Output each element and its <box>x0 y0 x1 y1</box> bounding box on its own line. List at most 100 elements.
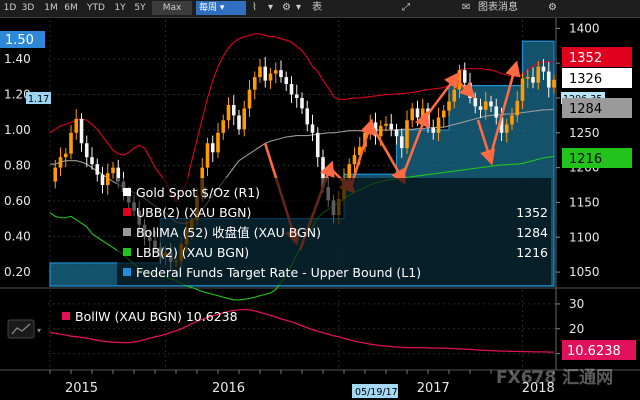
candle-body <box>258 66 262 78</box>
candle-body <box>541 66 546 72</box>
legend-swatch-bollma <box>123 228 131 236</box>
right-tick-label: 1400 <box>569 21 600 35</box>
candle-body <box>483 101 488 110</box>
left-tick-label: 0.80 <box>4 158 31 172</box>
candle-body <box>247 89 252 109</box>
candle-body <box>284 77 289 85</box>
candle-body <box>58 157 63 168</box>
legend-label-lbb: LBB(2) (XAU BGN) <box>136 245 249 260</box>
date-badge-text: 05/19/17 <box>355 387 398 398</box>
candle-body <box>74 118 79 133</box>
settings-icon[interactable]: ⚙ <box>548 1 557 15</box>
candle-body <box>389 123 394 130</box>
chevron-down-icon[interactable]: ▾ <box>268 1 273 15</box>
rate-badge-text: 1.50 <box>5 33 34 48</box>
candle-body <box>546 71 551 88</box>
candle-body <box>242 108 247 130</box>
candle-body <box>510 115 514 125</box>
candle-body <box>420 108 425 118</box>
candle-body <box>216 132 220 153</box>
candle-body <box>441 110 446 118</box>
frequency-label: 毎周 <box>199 3 218 13</box>
candle-body <box>84 143 89 158</box>
candle-body <box>263 66 268 81</box>
candle-body <box>63 153 68 158</box>
candle-body <box>53 167 58 182</box>
candle-body <box>525 77 530 79</box>
line-chart-icon[interactable]: ⌇ <box>252 1 257 15</box>
frequency-dropdown[interactable]: 毎周 ▾ <box>196 1 246 15</box>
candle-body <box>536 66 541 83</box>
x-tick-label: 2015 <box>65 381 98 396</box>
candle-body <box>489 101 493 107</box>
legend-label-gold: Gold Spot $/Oz (R1) <box>136 185 260 200</box>
candle-body <box>405 120 409 149</box>
candle-body <box>300 97 304 109</box>
candle-body <box>90 157 94 165</box>
chevron-down-icon[interactable]: ▾ <box>37 326 41 335</box>
chevron-down-icon[interactable]: ▾ <box>296 1 301 15</box>
right-tick-label: 1250 <box>569 126 600 140</box>
candle-body <box>100 174 105 186</box>
x-tick-label: 2017 <box>417 381 450 396</box>
range-button-3d[interactable]: 3D <box>20 1 36 15</box>
indicator-selector[interactable]: ▾ <box>7 319 41 339</box>
candle-body <box>436 117 441 133</box>
left-tick-label: 0.20 <box>4 265 31 279</box>
candle-body <box>111 167 115 174</box>
candle-body <box>315 132 320 158</box>
legend-label-bollma: BollMA (52) 收盘值 (XAU BGN) <box>136 225 321 240</box>
candle-body <box>294 94 299 98</box>
candle-body <box>399 136 404 149</box>
range-button-5y[interactable]: 5Y <box>132 1 148 15</box>
candle-body <box>347 164 352 179</box>
candle-body <box>226 104 231 121</box>
candle-body <box>289 84 294 95</box>
legend-label-ubb: UBB(2) (XAU BGN) <box>136 205 251 220</box>
right-tick-label: 1150 <box>569 195 600 209</box>
message-icon[interactable]: ✉ <box>462 1 470 15</box>
candle-body <box>210 143 215 153</box>
candle-body <box>352 155 357 165</box>
left-tick-label: 1.00 <box>4 123 31 137</box>
legend-swatch-lbb <box>123 248 131 256</box>
range-button-ytd[interactable]: YTD <box>84 1 108 15</box>
bollw-badge-text: 10.6238 <box>567 344 621 359</box>
candle-body <box>221 120 226 133</box>
toolbar: 1D 3D 1M 6M YTD 1Y 5Y Max 毎周 ▾ ⌇ ▾ ⚙ ▾ 表… <box>0 0 640 18</box>
legend-swatch-ubb <box>123 208 131 216</box>
legend-label-fed: Federal Funds Target Rate - Upper Bound … <box>136 265 421 280</box>
indicator-button[interactable] <box>7 319 35 339</box>
legend: Gold Spot $/Oz (R1) UBB(2) (XAU BGN) 135… <box>117 178 551 285</box>
range-button-1d[interactable]: 1D <box>2 1 18 15</box>
candle-body <box>237 115 241 130</box>
candle-body <box>378 125 383 137</box>
range-button-6m[interactable]: 6M <box>62 1 80 15</box>
candle-body <box>310 124 315 133</box>
right-tick-label: 1050 <box>569 265 600 279</box>
right-tick-label: 1100 <box>569 230 600 244</box>
candle-body <box>273 70 278 74</box>
news-label[interactable]: 图表消息 <box>478 1 518 15</box>
range-button-max[interactable]: Max <box>152 1 192 15</box>
candle-body <box>504 124 509 133</box>
candle-body <box>520 78 525 101</box>
expand-icon[interactable]: ⤢ <box>402 1 410 15</box>
legend-value-ubb: 1352 <box>516 205 548 220</box>
candle-body <box>384 123 388 126</box>
menu-label[interactable]: 表 <box>312 1 322 15</box>
candle-body <box>473 97 478 107</box>
chart-panel: 1.401.201.000.800.600.400.20140013501300… <box>0 18 640 398</box>
candle-body <box>531 77 535 83</box>
candle-body <box>279 70 283 78</box>
lower-tick-label: 20 <box>569 322 584 336</box>
candle-body <box>252 77 257 90</box>
left-tick-label: 0.40 <box>4 229 31 243</box>
rate-small-badge-text: 1.17 <box>28 94 49 105</box>
candle-body <box>462 70 467 83</box>
range-button-1m[interactable]: 1M <box>42 1 60 15</box>
candle-body <box>552 79 556 88</box>
lbb-badge-text: 1216 <box>569 152 602 167</box>
range-button-1y[interactable]: 1Y <box>112 1 128 15</box>
settings-icon[interactable]: ⚙ <box>282 1 291 15</box>
